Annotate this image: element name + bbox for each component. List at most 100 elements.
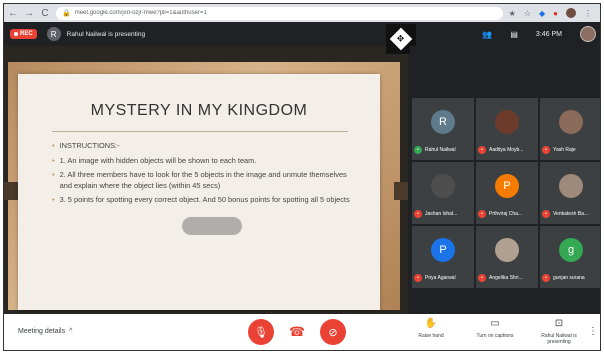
meet-top-bar: REC R Rahul Nailwal is presenting 👥 ▤ 3:…	[4, 22, 600, 46]
participant-avatar: P	[431, 238, 455, 262]
hand-icon: ✋	[424, 318, 438, 329]
back-icon[interactable]: ←	[8, 8, 18, 19]
call-controls: 🎙 ☎ ⊘	[248, 319, 346, 345]
star-icon[interactable]: ★	[509, 9, 516, 18]
camera-off-button[interactable]: ⊘	[320, 319, 346, 345]
presenter-text: Rahul Nailwal is presenting	[66, 30, 146, 38]
participant-name: Venkatesh Ba...	[553, 211, 589, 217]
extension-blue-icon[interactable]: ◆	[539, 9, 545, 18]
meet-bottom-bar: Meeting details ^ 🎙 ☎ ⊘ ✋ Raise hand ▭ T…	[4, 314, 600, 350]
participant-name-row: • Aaditya Moyb...	[478, 146, 538, 154]
instruction-text: 2. All three members have to look for th…	[59, 170, 347, 190]
instruction-text: 3. 5 points for spotting every correct o…	[59, 195, 350, 205]
participant-grid: R • Rahul Nailwal • Aaditya Moyb... • Yash Raj…	[410, 46, 600, 314]
participant-tile[interactable]: • Venkatesh Ba...	[540, 162, 600, 224]
bullet-icon: •	[52, 155, 55, 165]
url-text: meet.google.com/jxn-ozjr-mwe?pli=1&authu…	[74, 10, 207, 16]
participant-tile[interactable]: P • Priya Agarwal	[412, 226, 474, 288]
self-avatar[interactable]	[580, 26, 596, 42]
reload-icon[interactable]: C	[40, 8, 50, 19]
mic-muted-icon: •	[542, 210, 550, 218]
mic-muted-icon: •	[478, 146, 486, 154]
extension-icon[interactable]: ☆	[524, 9, 531, 18]
recording-label: REC	[20, 31, 33, 37]
instruction-text: INSTRUCTIONS:-	[59, 141, 120, 150]
present-screen-icon: ⊡	[554, 318, 564, 329]
participant-name-row: • Angelika Shri...	[478, 274, 538, 282]
participant-name: Rahul Nailwal	[425, 147, 456, 153]
mic-muted-icon: •	[542, 274, 550, 282]
instruction-text: 1. An image with hidden objects will be …	[59, 155, 257, 165]
participant-tile[interactable]: • Angelika Shri...	[476, 226, 538, 288]
captions-icon: ▭	[490, 318, 500, 329]
instruction-item: • 3. 5 points for spotting every correct …	[52, 195, 357, 206]
participant-name: Aaditya Moyb...	[489, 147, 524, 153]
participant-name: Yash Raje	[553, 147, 576, 153]
browser-toolbar: ← → C 🔒 meet.google.com/jxn-ozjr-mwe?pli…	[4, 4, 600, 22]
presenter-avatar: R	[46, 27, 61, 41]
participant-avatar: g	[559, 238, 583, 262]
slide-title: MYSTERY IN MY KINGDOM	[90, 102, 308, 119]
mic-muted-icon: •	[414, 274, 422, 282]
participant-tile[interactable]: g • gunjan surana	[540, 226, 600, 288]
participant-name-row: • Venkatesh Ba...	[542, 210, 600, 218]
people-icon[interactable]: 👥	[482, 30, 492, 39]
forward-icon[interactable]: →	[24, 8, 34, 19]
mic-muted-icon: •	[478, 274, 486, 282]
presentation-slide: MYSTERY IN MY KINGDOM • INSTRUCTIONS:- • 1…	[18, 74, 380, 310]
participant-avatar: P	[495, 174, 519, 198]
meeting-details-label: Meeting details	[18, 328, 66, 335]
captions-button[interactable]: ▭ Turn on captions	[470, 318, 520, 345]
participant-name-row: • Rahul Nailwal	[414, 146, 474, 154]
participant-tile[interactable]: P • Prthviraj Cha...	[476, 162, 538, 224]
mic-off-icon: 🎙	[254, 326, 268, 339]
participant-name: Jashan Ishal...	[425, 211, 458, 217]
participant-avatar	[495, 238, 519, 262]
right-controls: ✋ Raise hand ▭ Turn on captions ⊡ Rahul …	[406, 318, 584, 345]
menu-dots-icon[interactable]: ⋮	[584, 9, 592, 18]
participant-tile[interactable]: R • Rahul Nailwal	[412, 98, 474, 160]
camera-off-icon: ⊘	[328, 326, 338, 339]
participant-tile[interactable]: • Aaditya Moyb...	[476, 98, 538, 160]
address-bar[interactable]: 🔒 meet.google.com/jxn-ozjr-mwe?pli=1&aut…	[56, 6, 503, 20]
move-arrows-icon: ✥	[397, 33, 405, 44]
participant-avatar	[559, 174, 583, 198]
mic-muted-icon: •	[478, 210, 486, 218]
participant-avatar	[431, 174, 455, 198]
hang-up-icon: ☎	[288, 324, 306, 339]
top-right-controls: 👥 ▤ 3:46 PM	[482, 26, 596, 42]
participant-name-row: • Yash Raje	[542, 146, 600, 154]
presenting-button[interactable]: ⊡ Rahul Nailwal is presenting	[534, 318, 584, 345]
participant-name-row: • Priya Agarwal	[414, 274, 474, 282]
clock-time: 3:46 PM	[535, 30, 562, 38]
mic-off-button[interactable]: 🎙	[248, 319, 274, 345]
participant-name: Priya Agarwal	[425, 275, 456, 281]
participant-name-row: • Jashan Ishal...	[414, 210, 474, 218]
participant-avatar	[495, 110, 519, 134]
leave-call-button[interactable]: ☎	[284, 319, 310, 345]
bullet-icon: •	[52, 141, 55, 150]
participant-avatar	[559, 110, 583, 134]
profile-avatar[interactable]	[566, 8, 576, 18]
participant-tile[interactable]: • Jashan Ishal...	[412, 162, 474, 224]
meeting-details-button[interactable]: Meeting details ^	[18, 328, 72, 335]
presenter-indicator: R Rahul Nailwal is presenting	[46, 27, 146, 41]
raise-hand-button[interactable]: ✋ Raise hand	[406, 318, 456, 345]
chat-icon[interactable]: ▤	[510, 30, 518, 39]
participant-tile[interactable]: • Yash Raje	[540, 98, 600, 160]
chevron-up-icon: ^	[69, 328, 73, 335]
more-options-icon[interactable]: ⋮	[588, 326, 598, 337]
presenting-label: Rahul Nailwal is presenting	[541, 333, 577, 345]
browser-extension-icons: ★ ☆ ◆ ● ⋮	[509, 8, 592, 18]
participant-name-row: • Prthviraj Cha...	[478, 210, 538, 218]
instruction-item: • 2. All three members have to look for t…	[52, 170, 357, 191]
record-dot-icon	[14, 32, 18, 36]
instruction-item: • INSTRUCTIONS:-	[52, 141, 357, 152]
recording-badge: REC	[10, 29, 37, 39]
raise-hand-label: Raise hand	[418, 333, 444, 339]
slide-navigation-overlay[interactable]	[182, 217, 242, 235]
participant-name: gunjan surana	[553, 275, 585, 281]
mic-muted-icon: •	[414, 210, 422, 218]
bullet-icon: •	[52, 170, 55, 180]
extension-red-icon[interactable]: ●	[553, 9, 558, 18]
